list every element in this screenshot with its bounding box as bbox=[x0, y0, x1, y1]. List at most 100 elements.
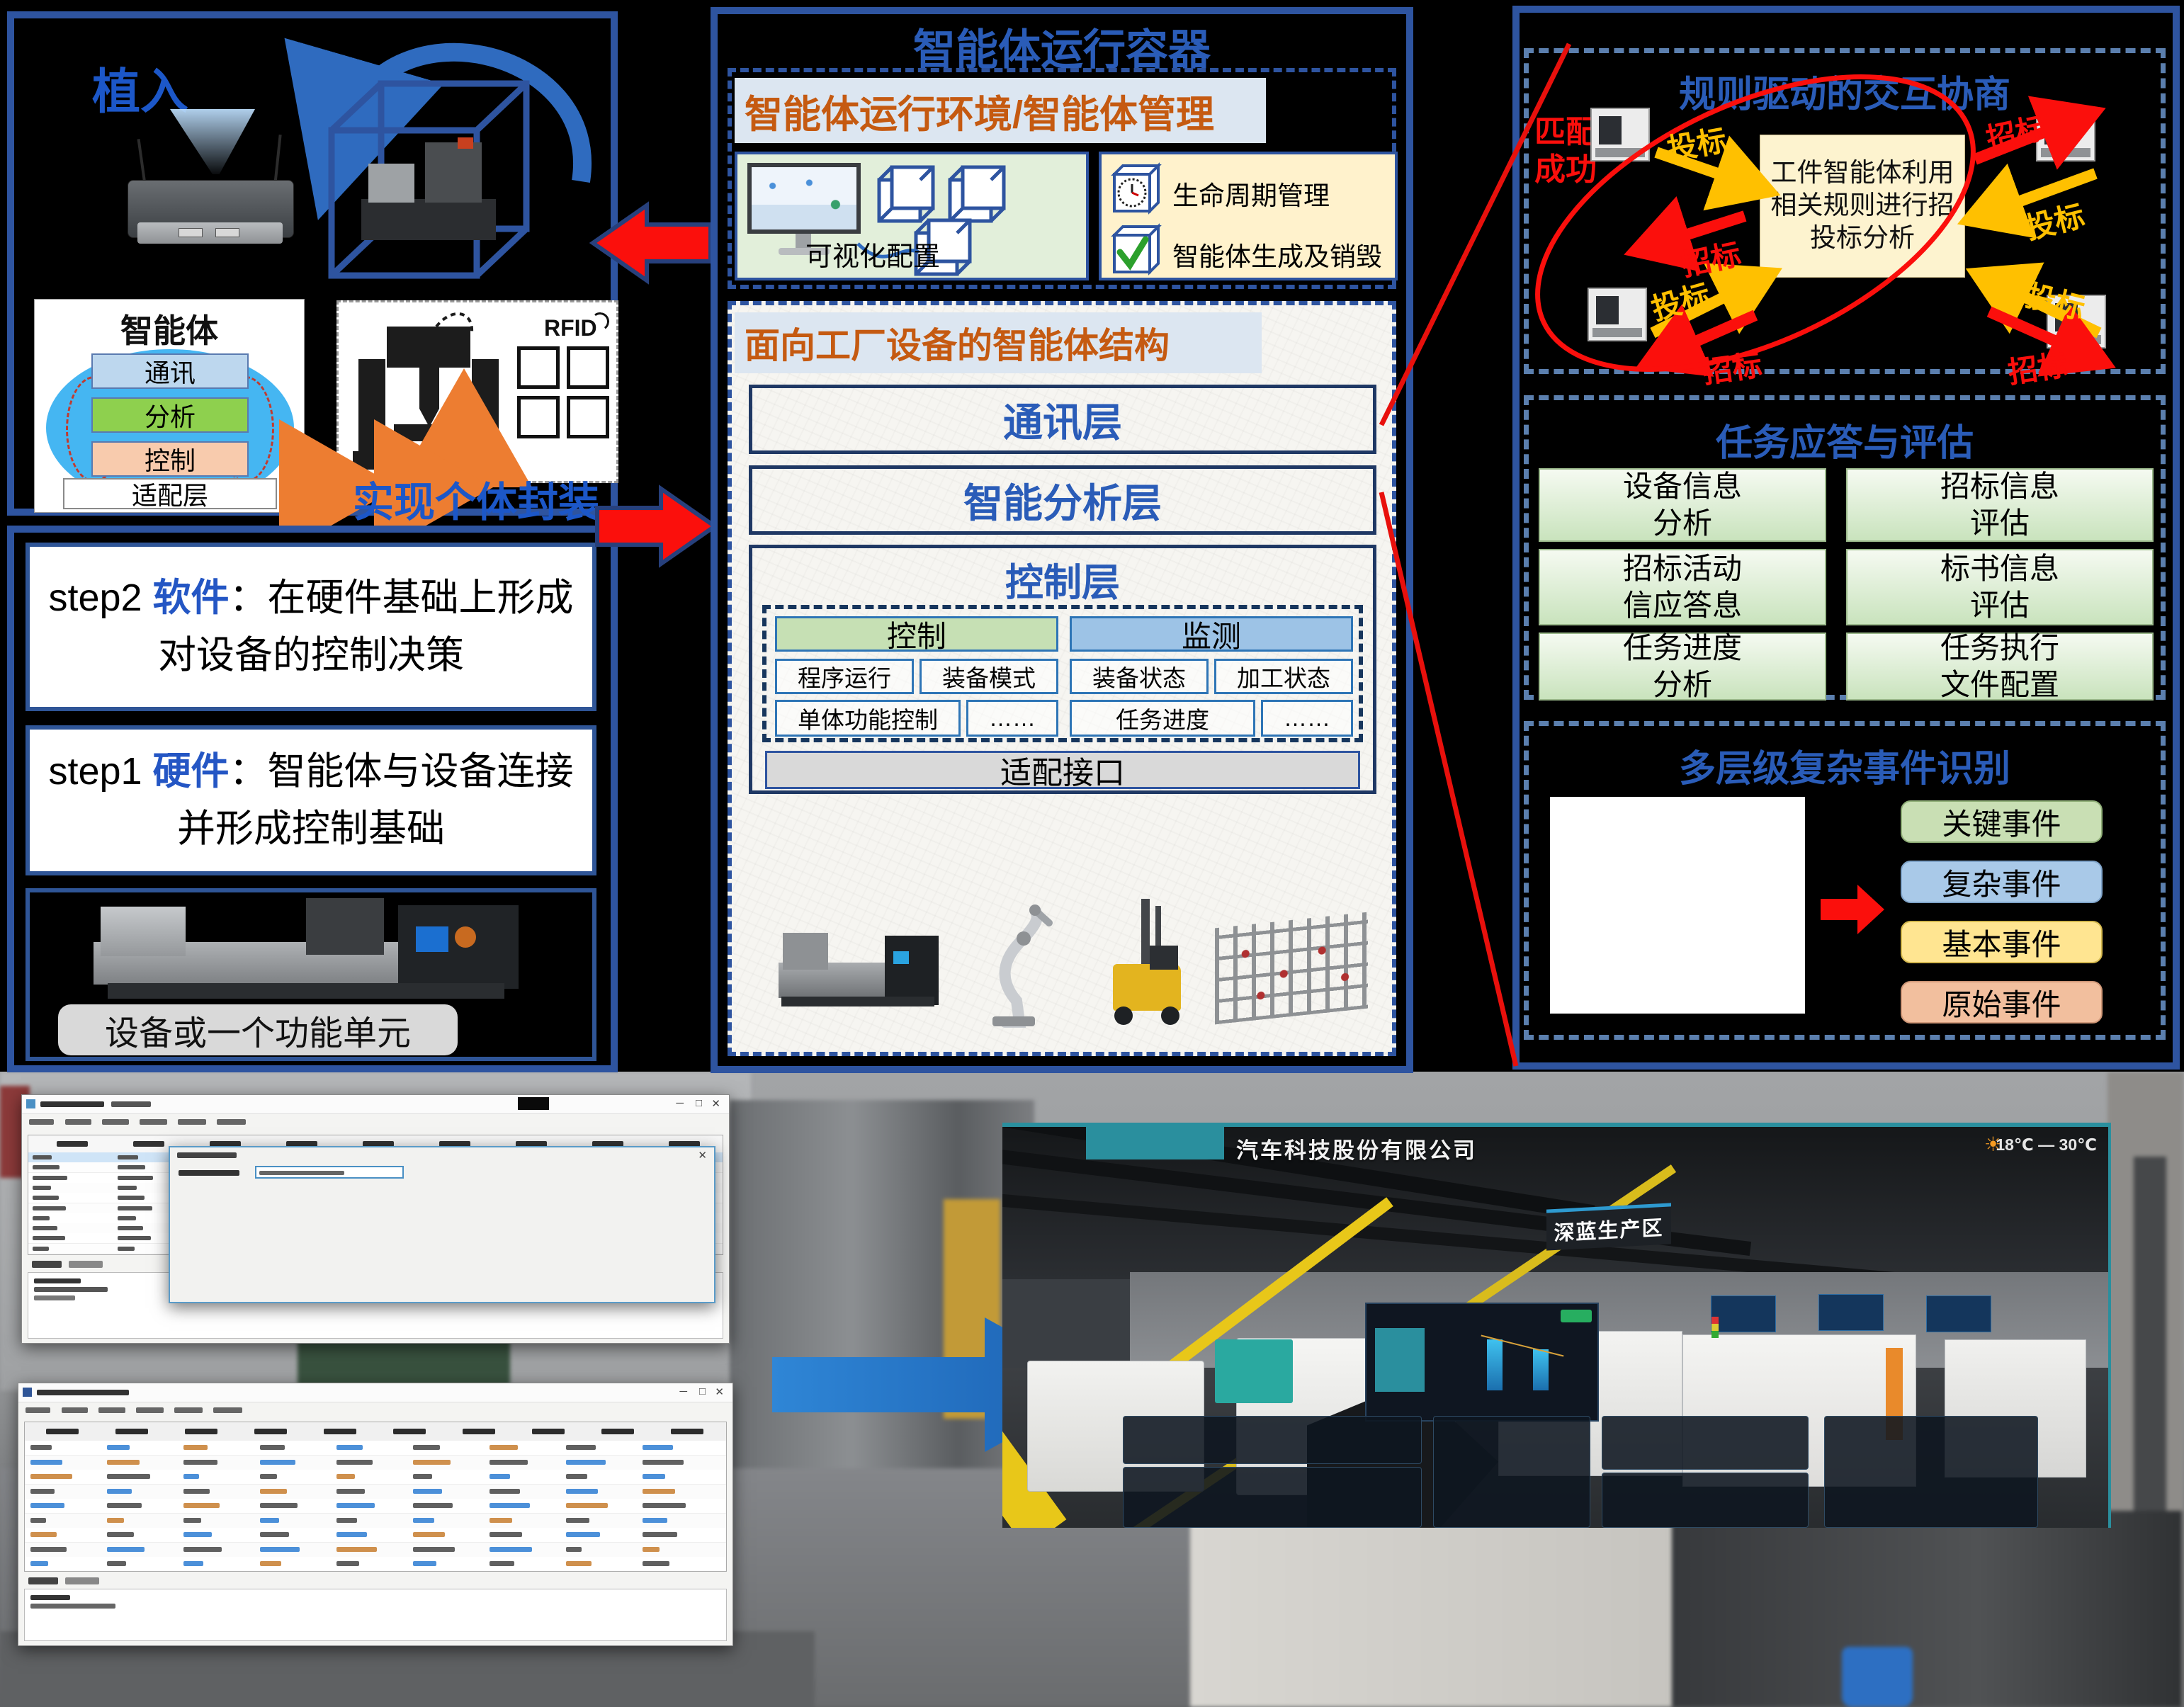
agent-layer-analysis: 分析 bbox=[91, 397, 249, 433]
window1-title-text2 bbox=[111, 1101, 151, 1107]
menu-item[interactable] bbox=[140, 1119, 167, 1125]
cell-text bbox=[490, 1474, 510, 1479]
column-header[interactable] bbox=[254, 1429, 287, 1434]
window1-menubar[interactable] bbox=[26, 1116, 451, 1129]
column-header[interactable] bbox=[324, 1429, 356, 1434]
window1-titlebar[interactable]: ─ □ ✕ bbox=[22, 1095, 729, 1114]
layer-communication: 通讯层 bbox=[749, 385, 1376, 454]
monitor-header: 监测 bbox=[1070, 616, 1353, 652]
cell-text bbox=[336, 1532, 367, 1537]
table-row[interactable] bbox=[25, 1485, 726, 1499]
column-header[interactable] bbox=[57, 1141, 88, 1147]
menu-item[interactable] bbox=[102, 1119, 129, 1125]
menu-item[interactable] bbox=[29, 1119, 54, 1125]
dialog-title-text bbox=[177, 1152, 237, 1158]
table-row[interactable] bbox=[25, 1543, 726, 1558]
menu-item[interactable] bbox=[98, 1407, 125, 1413]
close-button[interactable]: ✕ bbox=[715, 1385, 724, 1398]
cell-text bbox=[183, 1460, 217, 1465]
cnc-head bbox=[783, 933, 828, 970]
cell-text bbox=[107, 1561, 126, 1566]
cell-text bbox=[183, 1561, 203, 1566]
cell-text bbox=[183, 1547, 222, 1552]
close-button[interactable]: ✕ bbox=[711, 1097, 720, 1110]
cell-text bbox=[260, 1518, 279, 1523]
dialog-field[interactable] bbox=[177, 1187, 306, 1200]
cell-text bbox=[260, 1532, 289, 1537]
cell-text bbox=[30, 1474, 72, 1479]
rfid-tile bbox=[517, 346, 560, 389]
cell-text bbox=[490, 1518, 512, 1523]
menu-item[interactable] bbox=[26, 1407, 50, 1413]
control-monitor-dashed: 控制 监测 程序运行 装备模式 装备状态 加工状态 单体功能控制 …… 任务进度… bbox=[762, 605, 1363, 742]
cell-text bbox=[643, 1445, 673, 1450]
menu-item[interactable] bbox=[217, 1119, 246, 1125]
window1-tab-1[interactable] bbox=[32, 1261, 62, 1268]
table-row[interactable] bbox=[25, 1514, 726, 1529]
menu-item[interactable] bbox=[136, 1407, 164, 1413]
table-row[interactable] bbox=[25, 1470, 726, 1485]
menu-item[interactable] bbox=[213, 1407, 242, 1413]
cell-text bbox=[413, 1489, 442, 1494]
cell-text bbox=[107, 1532, 134, 1537]
cell-text bbox=[566, 1474, 587, 1479]
menu-item[interactable] bbox=[174, 1407, 203, 1413]
dialog-search-input[interactable] bbox=[255, 1166, 404, 1179]
window2-tab-2[interactable] bbox=[65, 1577, 99, 1584]
cell-text bbox=[118, 1247, 135, 1251]
black-strip bbox=[518, 1097, 549, 1110]
column-header[interactable] bbox=[185, 1429, 217, 1434]
window2-detail-pane bbox=[24, 1589, 727, 1641]
dt-header-teal-block bbox=[1086, 1127, 1224, 1159]
ctrl-header: 控制 bbox=[775, 616, 1058, 652]
menu-item[interactable] bbox=[65, 1119, 91, 1125]
detail-text bbox=[34, 1287, 108, 1292]
step2-line1: step2 软件：在硬件基础上形成 bbox=[48, 569, 573, 627]
cnc-base bbox=[108, 983, 504, 999]
column-header[interactable] bbox=[393, 1429, 426, 1434]
structure-banner-text: 面向工厂设备的智能体结构 bbox=[745, 317, 1170, 368]
column-header[interactable] bbox=[463, 1429, 495, 1434]
pc-port bbox=[179, 228, 203, 237]
window2-title-text bbox=[37, 1390, 129, 1395]
column-header[interactable] bbox=[115, 1429, 148, 1434]
cnc-photo bbox=[94, 898, 533, 1004]
window2-menubar[interactable] bbox=[23, 1405, 448, 1417]
table-row[interactable] bbox=[25, 1557, 726, 1572]
cell-text bbox=[643, 1503, 686, 1508]
cell-text bbox=[107, 1474, 150, 1479]
column-header[interactable] bbox=[671, 1429, 703, 1434]
cell-task-progress: 任务进度 bbox=[1070, 700, 1255, 737]
table-row[interactable] bbox=[25, 1528, 726, 1543]
maximize-button[interactable]: □ bbox=[696, 1097, 702, 1109]
column-header[interactable] bbox=[133, 1141, 164, 1147]
menu-item[interactable] bbox=[178, 1119, 206, 1125]
maximize-button[interactable]: □ bbox=[699, 1385, 706, 1397]
cell-text bbox=[30, 1503, 64, 1508]
dialog-close-button[interactable]: ✕ bbox=[698, 1149, 707, 1162]
table-row[interactable] bbox=[25, 1441, 726, 1456]
equip-robot-thumb bbox=[956, 895, 1069, 1029]
env-banner-text: 智能体运行环境/智能体管理 bbox=[745, 83, 1214, 139]
cell-text bbox=[260, 1474, 277, 1479]
implant-panel: 植入 智能体 通讯 分析 控制 ↓ bbox=[7, 11, 618, 516]
encapsulate-caption: 实现个体封装 bbox=[353, 469, 599, 528]
window1-tab-2[interactable] bbox=[69, 1261, 103, 1268]
table-row[interactable] bbox=[25, 1499, 726, 1514]
window2-tab-1[interactable] bbox=[28, 1577, 58, 1584]
cell-program-run: 程序运行 bbox=[775, 659, 914, 694]
table-row[interactable] bbox=[25, 1456, 726, 1470]
cell-text bbox=[33, 1236, 65, 1240]
eval-box-tender-info: 招标信息评估 bbox=[1846, 468, 2154, 542]
device-label: 设备或一个功能单元 bbox=[58, 1004, 458, 1055]
layer-control: 控制层 控制 监测 程序运行 装备模式 装备状态 加工状态 单体功能控制 …… … bbox=[749, 545, 1376, 794]
column-header[interactable] bbox=[46, 1429, 79, 1434]
column-header[interactable] bbox=[532, 1429, 565, 1434]
window2-titlebar[interactable]: ─ □ ✕ bbox=[18, 1383, 732, 1402]
dt-wall-screen bbox=[1818, 1294, 1884, 1331]
minimize-button[interactable]: ─ bbox=[679, 1385, 687, 1397]
minimize-button[interactable]: ─ bbox=[676, 1097, 684, 1109]
column-header[interactable] bbox=[601, 1429, 634, 1434]
menu-item[interactable] bbox=[62, 1407, 88, 1413]
window2-table[interactable] bbox=[24, 1422, 727, 1572]
